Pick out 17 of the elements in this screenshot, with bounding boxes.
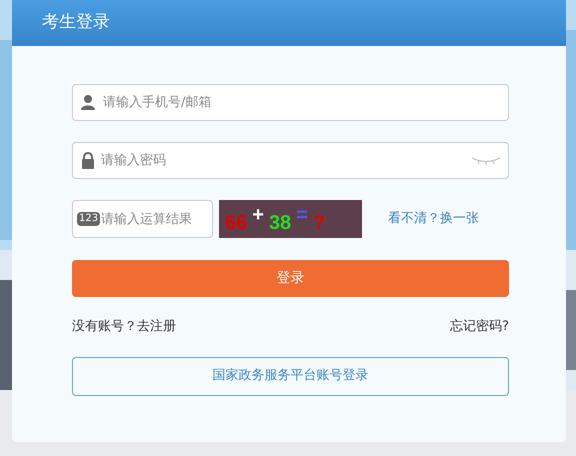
- username-field[interactable]: 请输入手机号/邮箱: [72, 84, 509, 121]
- captcha-character: =: [296, 205, 308, 225]
- captcha-character: 66: [225, 213, 248, 233]
- closed-eye-icon[interactable]: [471, 155, 501, 165]
- lock-icon: [81, 152, 95, 169]
- captcha-image[interactable]: 66 + 38 = ?: [219, 200, 362, 238]
- captcha-character: 38: [268, 213, 292, 233]
- gov-login-button[interactable]: 国家政务服务平台账号登录: [72, 356, 509, 396]
- window-title: 考生登录: [42, 11, 110, 34]
- captcha-character: ?: [312, 213, 326, 233]
- forgot-password-link[interactable]: 忘记密码?: [450, 317, 509, 336]
- user-icon: [80, 94, 96, 110]
- refresh-captcha-link[interactable]: 看不清？换一张: [388, 209, 479, 229]
- password-field[interactable]: 请输入密码: [72, 142, 509, 179]
- captcha-character: +: [252, 205, 264, 225]
- register-link[interactable]: 没有账号？去注册: [72, 317, 176, 336]
- number-badge: 123: [77, 212, 100, 226]
